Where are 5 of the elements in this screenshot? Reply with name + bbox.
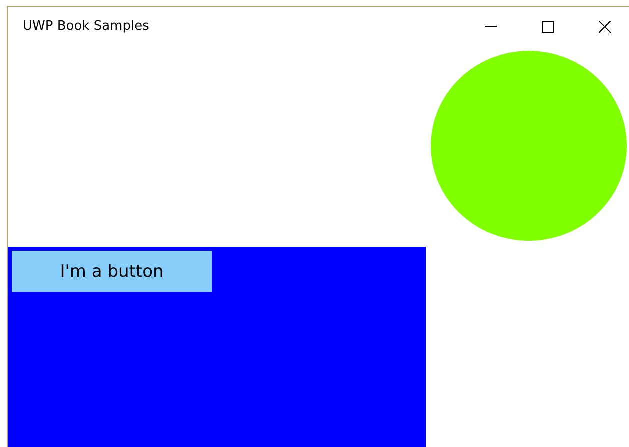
close-icon xyxy=(598,20,610,32)
window-title: UWP Book Samples xyxy=(22,19,150,34)
minimize-icon xyxy=(484,26,496,27)
button[interactable]: I'm a button xyxy=(12,251,212,292)
maximize-icon xyxy=(542,20,554,32)
